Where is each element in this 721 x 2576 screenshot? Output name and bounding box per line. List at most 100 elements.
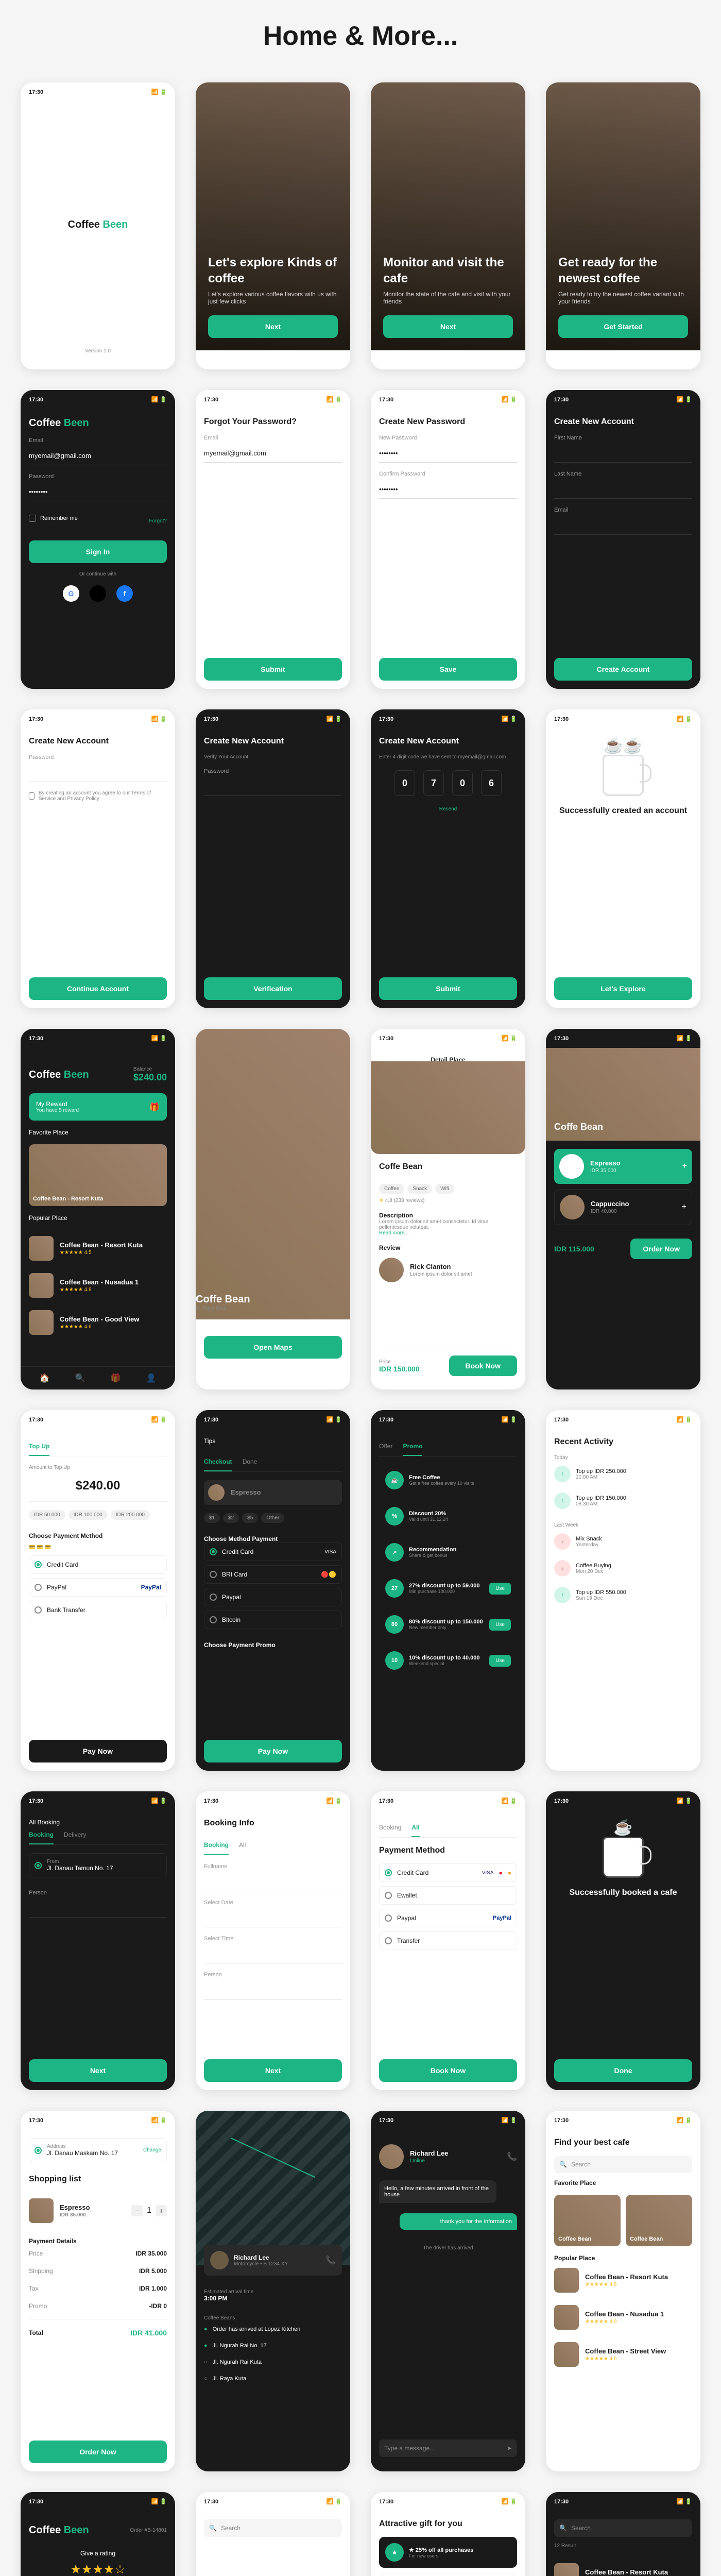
pay-method[interactable]: BRI Card🔴🟡 [204,1565,342,1584]
create-button[interactable]: Create Account [554,658,692,681]
name-input[interactable] [204,1873,342,1891]
google-icon[interactable]: G [63,585,79,602]
qty-control[interactable]: −1+ [131,2205,167,2216]
next-button[interactable]: Next [29,2059,167,2082]
nav-home-icon[interactable]: 🏠 [40,1373,50,1383]
activity-item[interactable]: ↑Top up IDR 150.00008:30 AM [554,1487,692,1514]
list-item[interactable]: Coffee Bean - Resort Kuta★★★★★ 4.5 [554,2262,692,2299]
remember-checkbox[interactable]: Remember me [29,515,78,522]
search-input[interactable]: 🔍Search [554,2519,692,2537]
pw-input[interactable] [29,764,167,782]
menu-item[interactable]: CappuccinoIDR 40.000+ [554,1189,692,1225]
amount-chip[interactable]: IDR 100.000 [68,1510,108,1520]
read-more-link[interactable]: Read more... [379,1230,517,1236]
activity-item[interactable]: ↓Mix SnackYesterday [554,1528,692,1555]
next-button[interactable]: Next [383,315,513,338]
open-maps-button[interactable]: Open Maps [204,1336,342,1359]
next-button[interactable]: Next [208,315,338,338]
list-item[interactable]: Coffee Bean - Nusadua 1★★★★★ 4.8 [554,2299,692,2336]
activity-item[interactable]: ↑Top up IDR 550.000Sun 19 Dec [554,1582,692,1608]
map[interactable] [196,2111,350,2265]
search-result[interactable]: Coffee Bean - Resort Kuta★★★★★ [554,2557,692,2576]
add-icon[interactable]: + [682,1202,686,1212]
address-from[interactable]: FromJl. Danau Tamun No. 17 [29,1853,167,1877]
address-row[interactable]: AddressJl. Danau Maskam No. 17Change [29,2138,167,2162]
nav-search-icon[interactable]: 🔍 [75,1373,85,1383]
tip-chip[interactable]: $2 [223,1513,239,1523]
fav-card[interactable]: Coffee Bean - Resort Kuta [29,1144,167,1206]
pay-option[interactable]: PaypalPayPal [379,1909,517,1927]
gift-card[interactable]: ★★ 25% off all purchasesFor new users [379,2537,517,2568]
list-item[interactable]: Coffee Bean - Nusadua 1★★★★★ 4.8 [29,1267,167,1304]
driver-card[interactable]: Richard LeeMotorcycle • B 1234 XY 📞 [204,2245,342,2276]
tab-booking[interactable]: Booking [379,1819,401,1837]
get-started-button[interactable]: Get Started [558,315,688,338]
cafe-card[interactable]: Coffee Bean [554,2195,621,2246]
fn-input[interactable] [554,444,692,463]
amount-chip[interactable]: IDR 50.000 [29,1510,65,1520]
pay-option[interactable]: Ewallet [379,1886,517,1905]
use-button[interactable]: Use [489,1583,511,1595]
resend-link[interactable]: Resend [379,806,517,812]
otp-2[interactable]: 0 [452,770,473,796]
save-button[interactable]: Save [379,658,517,681]
tab-all[interactable]: All [239,1836,246,1855]
signin-button[interactable]: Sign In [29,540,167,563]
send-icon[interactable]: ➤ [507,2445,512,2452]
add-icon[interactable]: + [682,1162,687,1171]
tab-booking[interactable]: Booking [204,1836,229,1855]
reward-card[interactable]: My RewardYou have 5 reward 🎁 [29,1093,167,1121]
book-button[interactable]: Book Now [379,2059,517,2082]
person-input[interactable] [29,1899,167,1918]
pay-method[interactable]: Paypal [204,1588,342,1606]
search-input[interactable]: 🔍Search [204,2519,342,2537]
method-paypal[interactable]: PayPalPayPal [29,1578,167,1597]
list-item[interactable]: Coffee Bean - Street View★★★★★ 4.6 [554,2336,692,2373]
password-input[interactable] [29,483,167,501]
otp-0[interactable]: 0 [394,770,415,796]
next-button[interactable]: Next [204,2059,342,2082]
apple-icon[interactable] [90,585,106,602]
email-input[interactable] [29,447,167,465]
facebook-icon[interactable]: f [116,585,133,602]
star-rating[interactable]: ★★★★☆ [29,2562,167,2576]
otp-1[interactable]: 7 [423,770,444,796]
activity-item[interactable]: ↑Top up IDR 250.00010:00 AM [554,1461,692,1487]
done-button[interactable]: Done [554,2059,692,2082]
pw-input[interactable] [204,777,342,796]
list-item[interactable]: Coffee Bean - Resort Kuta★★★★★ 4.5 [29,1230,167,1267]
pay-button[interactable]: Pay Now [204,1740,342,1762]
gift-card[interactable]: 🍪Free SnackMin order 50k [379,2573,517,2576]
newpw-input[interactable] [379,444,517,463]
otp-3[interactable]: 6 [481,770,502,796]
explore-button[interactable]: Let's Explore [554,977,692,1000]
menu-item[interactable]: EspressoIDR 35.000+ [554,1149,692,1184]
chat-input[interactable]: Type a message...➤ [379,2439,517,2457]
tip-chip[interactable]: Other [261,1513,284,1523]
pay-option[interactable]: Credit CardVISA ●● [379,1863,517,1882]
book-button[interactable]: Book Now [449,1355,517,1376]
pay-button[interactable]: Pay Now [29,1740,167,1762]
promo-item[interactable]: ↗RecommendationShare & get bonus [379,1537,517,1568]
verify-button[interactable]: Verification [204,977,342,1000]
date-input[interactable] [204,1909,342,1927]
tip-chip[interactable]: $1 [204,1513,220,1523]
use-button[interactable]: Use [489,1619,511,1631]
phone-icon[interactable]: 📞 [325,2255,336,2265]
em-input[interactable] [554,516,692,535]
tab-done[interactable]: Done [243,1453,258,1471]
pay-method[interactable]: Credit CardVISA [204,1543,342,1561]
email-input[interactable] [204,444,342,463]
tab-checkout[interactable]: Checkout [204,1453,232,1471]
tab-delivery[interactable]: Delivery [64,1826,86,1844]
pay-method[interactable]: Bitcoin [204,1611,342,1629]
order-button[interactable]: Order Now [630,1239,692,1259]
promo-item[interactable]: 8080% discount up to 150.000New member o… [379,1609,517,1640]
search-input[interactable]: 🔍Search [554,2156,692,2173]
time-input[interactable] [204,1945,342,1963]
terms-check[interactable]: By creating an account you agree to our … [29,790,167,802]
method-bank[interactable]: Bank Transfer [29,1601,167,1619]
tab-all[interactable]: All [411,1819,419,1837]
promo-item[interactable]: 1010% discount up to 40.000Weekend speci… [379,1645,517,1676]
activity-item[interactable]: ↓Coffee BuyingMon 20 Dec [554,1555,692,1582]
